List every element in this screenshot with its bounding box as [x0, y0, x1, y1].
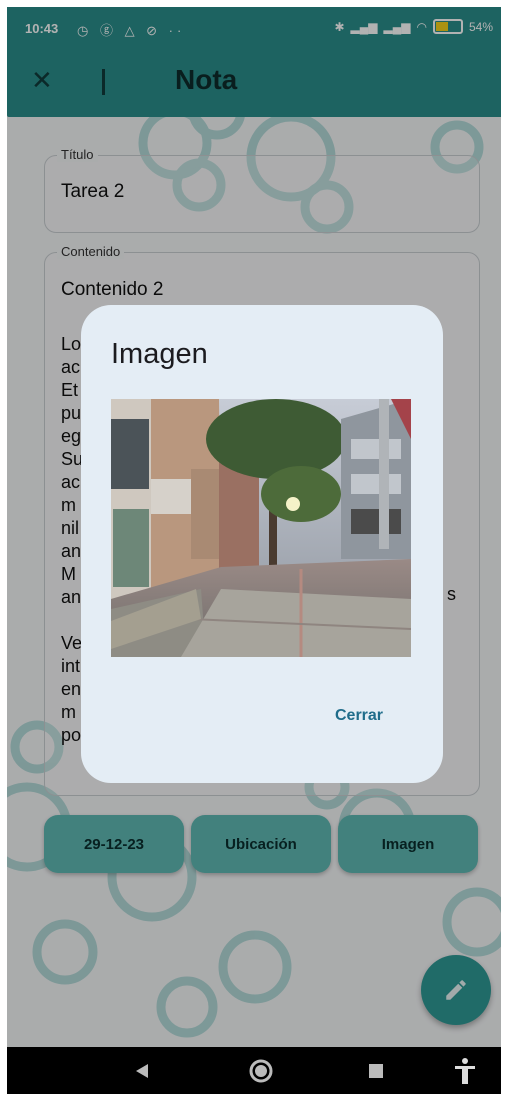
app-screen: 10:43 ◷ ⓖ △ ⊘ ·· ✱ ▂▄▆ ▂▄▆ ◠ 54% ✕ Nota … — [7, 7, 501, 1094]
close-dialog-button[interactable]: Cerrar — [335, 707, 383, 725]
accessibility-icon[interactable] — [453, 1057, 477, 1085]
image-dialog: Imagen Cerrar — [81, 305, 443, 783]
recents-square-icon[interactable] — [369, 1064, 383, 1078]
home-circle-icon[interactable] — [248, 1058, 274, 1084]
dialog-title: Imagen — [111, 338, 208, 370]
system-nav-bar — [7, 1047, 501, 1094]
street-scene-image — [111, 399, 411, 657]
back-triangle-icon[interactable] — [135, 1063, 149, 1079]
street-photo — [111, 399, 411, 657]
